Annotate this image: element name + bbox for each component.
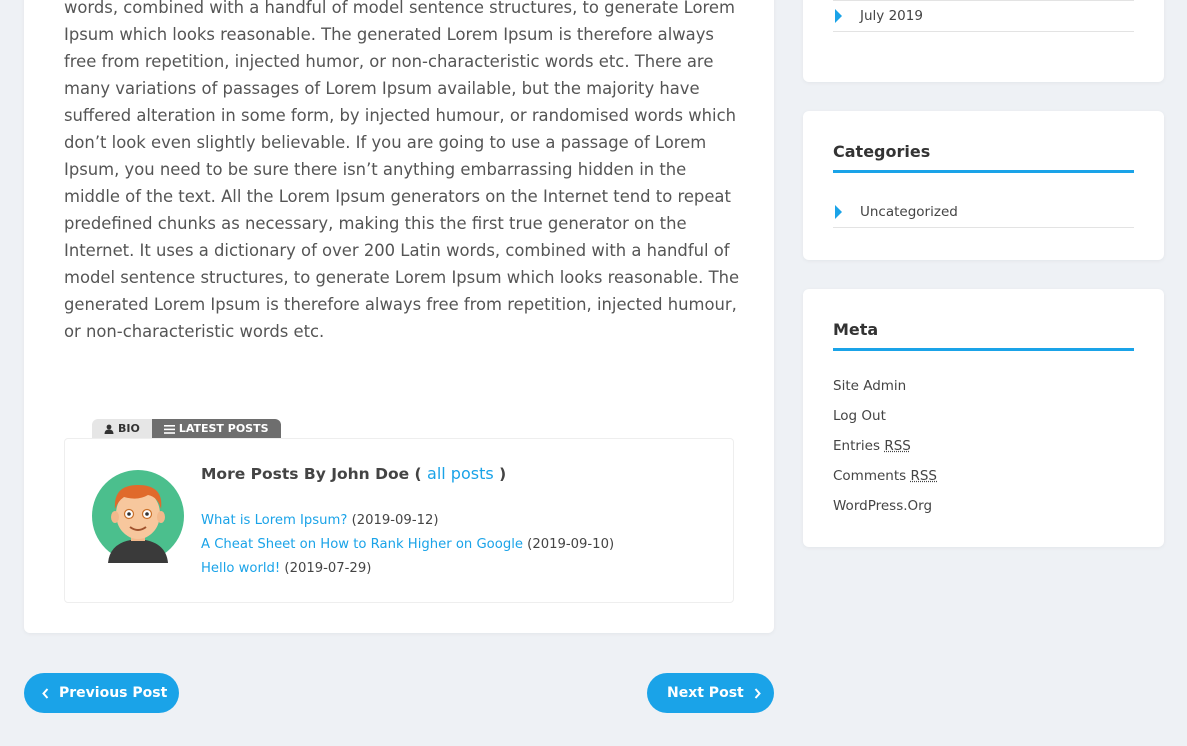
more-posts-prefix: More Posts By John Doe ( [201,465,422,483]
caret-right-icon [835,205,842,219]
meta-title: Meta [833,320,879,339]
post-date: (2019-07-29) [284,561,372,576]
author-avatar [92,470,184,563]
archive-item-july-2019[interactable]: July 2019 [833,1,1134,32]
previous-post-button[interactable]: Previous Post [24,673,179,713]
latest-posts-list: What is Lorem Ipsum? (2019-09-12) A Chea… [201,509,614,581]
site-admin-link[interactable]: Site Admin [833,378,906,394]
chevron-right-icon [754,687,761,699]
list-item: What is Lorem Ipsum? (2019-09-12) [201,509,614,533]
entries-rss-link[interactable]: Entries RSS [833,438,911,454]
comments-rss-link[interactable]: Comments RSS [833,468,937,484]
more-posts-suffix: ) [499,465,507,483]
list-item: A Cheat Sheet on How to Rank Higher on G… [201,533,614,557]
next-post-button[interactable]: Next Post [647,673,774,713]
post-link[interactable]: A Cheat Sheet on How to Rank Higher on G… [201,537,523,552]
rss-abbr: RSS [884,438,911,454]
title-underline [833,170,1134,173]
author-box-tabs: BIO LATEST POSTS [92,419,281,439]
more-posts-heading: More Posts By John Doe ( all posts ) [201,464,506,483]
caret-right-icon [835,9,842,23]
post-link[interactable]: What is Lorem Ipsum? [201,513,347,528]
meta-widget: Meta Site Admin Log Out Entries RSS Comm… [803,289,1164,547]
archives-widget: July 2019 [803,0,1164,82]
wordpress-org-link[interactable]: WordPress.Org [833,498,932,514]
category-item-label: Uncategorized [860,204,958,220]
title-underline [833,348,1134,351]
author-box: More Posts By John Doe ( all posts ) Wha… [64,438,734,603]
list-icon [163,424,175,434]
list-item: Hello world! (2019-07-29) [201,557,614,581]
entries-label: Entries [833,438,881,454]
archive-item-label: July 2019 [860,8,923,24]
rss-abbr: RSS [910,468,938,484]
categories-widget: Categories Uncategorized [803,111,1164,260]
user-icon [104,424,114,434]
tab-bio-label: BIO [118,422,140,435]
post-link[interactable]: Hello world! [201,561,280,576]
categories-title: Categories [833,142,931,161]
log-out-link[interactable]: Log Out [833,408,886,424]
post-date: (2019-09-12) [351,513,439,528]
previous-post-label: Previous Post [59,685,168,701]
tab-latest-posts-label: LATEST POSTS [178,422,269,435]
tab-latest-posts[interactable]: LATEST POSTS [151,419,281,439]
next-post-label: Next Post [667,685,744,701]
article-body: words, combined with a handful of model … [64,0,740,341]
post-date: (2019-09-10) [527,537,615,552]
tab-bio[interactable]: BIO [92,419,152,439]
post-content-card: words, combined with a handful of model … [24,0,774,633]
category-item-uncategorized[interactable]: Uncategorized [833,197,1134,228]
comments-label: Comments [833,468,907,484]
chevron-left-icon [42,687,49,699]
all-posts-link[interactable]: all posts [427,464,494,483]
